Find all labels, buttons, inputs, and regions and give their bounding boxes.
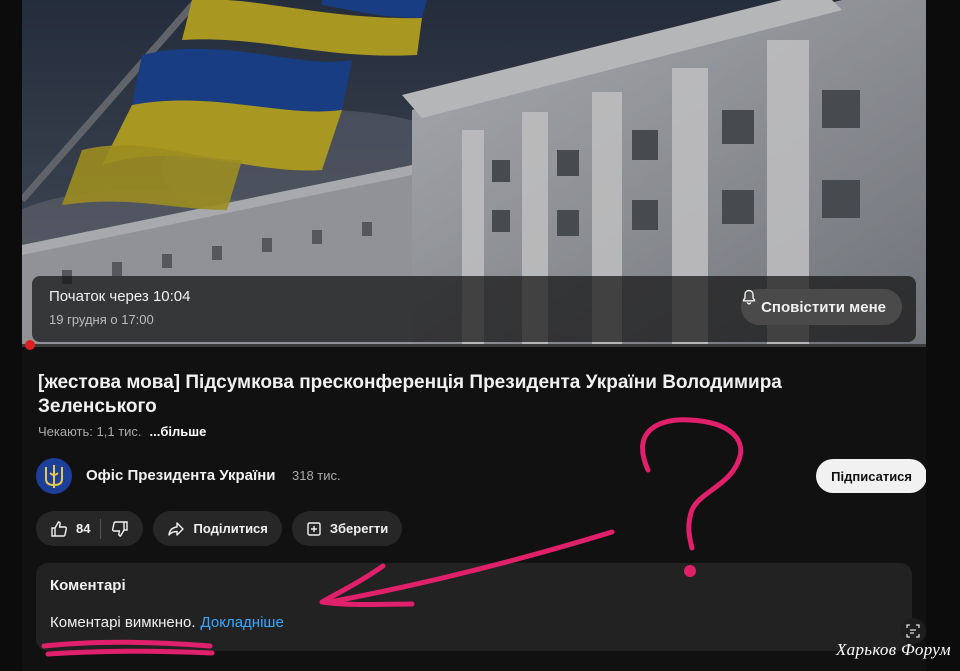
trident-icon: [45, 465, 63, 488]
channel-avatar[interactable]: [36, 458, 72, 494]
save-button[interactable]: Зберегти: [291, 511, 403, 546]
starts-in-label: Початок через 10:04: [49, 288, 191, 305]
thumbs-down-icon[interactable]: [111, 520, 129, 538]
divider: [100, 518, 102, 539]
thumbs-up-icon[interactable]: [50, 520, 68, 538]
learn-more-link[interactable]: Докладніше: [201, 614, 284, 631]
like-dislike-group: 84: [36, 511, 144, 546]
notify-me-button[interactable]: Сповістити мене: [741, 289, 902, 325]
share-icon: [167, 520, 185, 538]
comments-disabled-text: Коментарі вимкнено.: [50, 614, 196, 631]
share-button[interactable]: Поділитися: [153, 511, 282, 546]
action-bar: 84 Поділитися Зберегти: [36, 511, 403, 546]
channel-row: Офіс Президента України 318 тис. Підписа…: [36, 458, 926, 494]
share-label: Поділитися: [193, 521, 268, 536]
video-thumbnail[interactable]: Початок через 10:04 19 грудня о 17:00 Сп…: [22, 0, 926, 345]
subscribe-button[interactable]: Підписатися: [816, 459, 926, 493]
like-count: 84: [76, 521, 91, 536]
progress-scrubber[interactable]: [25, 340, 35, 350]
comments-section: Коментарі Коментарі вимкнено. Докладніше: [36, 563, 912, 651]
video-page: Початок через 10:04 19 грудня о 17:00 Сп…: [22, 0, 926, 671]
channel-name[interactable]: Офіс Президента України: [86, 467, 276, 484]
save-playlist-icon: [306, 521, 322, 537]
comments-disabled-notice: Коментарі вимкнено. Докладніше: [50, 614, 284, 631]
video-progress-bar[interactable]: [22, 344, 926, 347]
video-title: [жестова мова] Підсумкова пресконференці…: [38, 372, 782, 417]
comments-heading: Коментарі: [50, 577, 126, 594]
screenshot: Початок через 10:04 19 грудня о 17:00 Сп…: [0, 0, 960, 671]
notify-me-label: Сповістити мене: [761, 298, 886, 316]
upcoming-premiere-bar: Початок через 10:04 19 грудня о 17:00 Сп…: [32, 276, 916, 342]
subscriber-count: 318 тис.: [292, 468, 341, 483]
more-link[interactable]: ...більше: [150, 424, 207, 439]
save-label: Зберегти: [329, 521, 389, 536]
watermark-text: Харьков Форум: [836, 640, 951, 659]
premiere-date: 19 грудня о 17:00: [49, 312, 154, 327]
video-meta: Чекають: 1,1 тис. ...більше: [38, 424, 206, 439]
waiting-count: Чекають: 1,1 тис.: [38, 424, 142, 439]
